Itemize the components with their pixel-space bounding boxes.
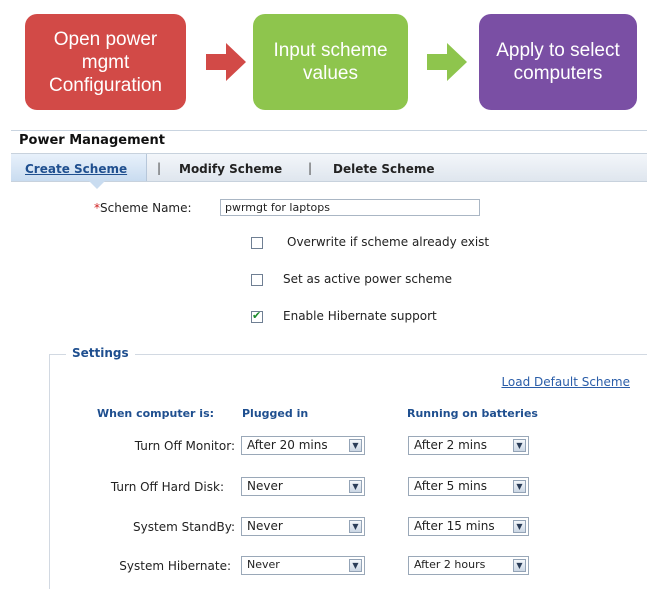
harddisk-batteries-select[interactable]: After 5 mins ▼ (408, 477, 529, 496)
chevron-down-icon: ▼ (349, 520, 362, 533)
monitor-batteries-select[interactable]: After 2 mins ▼ (408, 436, 529, 455)
arrow-right-icon (206, 43, 246, 81)
harddisk-plugged-select[interactable]: Never ▼ (241, 477, 365, 496)
hibernate-plugged-select[interactable]: Never ▼ (241, 556, 365, 575)
arrow-right-icon (427, 43, 467, 81)
hibernate-batteries-select[interactable]: After 2 hours ▼ (408, 556, 529, 575)
monitor-plugged-select[interactable]: After 20 mins ▼ (241, 436, 365, 455)
step-apply-computers: Apply to select computers (479, 14, 637, 110)
power-management-panel: Power Management Create Scheme | Modify … (11, 130, 647, 589)
active-scheme-label: Set as active power scheme (283, 272, 453, 286)
column-running-on-batteries: Running on batteries (407, 407, 538, 420)
row-label-turn-off-monitor: Turn Off Monitor: (134, 439, 235, 453)
overwrite-label: Overwrite if scheme already exist (287, 235, 490, 249)
chevron-down-icon: ▼ (349, 480, 362, 493)
settings-group (49, 354, 647, 589)
checkmark-icon: ✔ (252, 309, 262, 322)
tab-separator: | (308, 161, 313, 175)
scheme-name-input[interactable] (220, 199, 480, 216)
standby-plugged-select[interactable]: Never ▼ (241, 517, 365, 536)
chevron-down-icon: ▼ (513, 439, 526, 452)
overwrite-checkbox[interactable] (251, 237, 263, 249)
row-label-turn-off-hard-disk: Turn Off Hard Disk: (110, 480, 224, 494)
row-label-system-standby: System StandBy: (133, 520, 235, 534)
hibernate-checkbox[interactable]: ✔ (251, 309, 263, 323)
tab-create-scheme[interactable]: Create Scheme (25, 162, 127, 176)
panel-title: Power Management (19, 133, 165, 148)
tab-modify-scheme[interactable]: Modify Scheme (179, 162, 282, 176)
chevron-down-icon: ▼ (513, 520, 526, 533)
tab-bar: Create Scheme | Modify Scheme | Delete S… (11, 153, 647, 189)
load-default-scheme-link[interactable]: Load Default Scheme (501, 375, 630, 389)
active-scheme-checkbox[interactable] (251, 274, 263, 286)
tab-separator: | (157, 161, 162, 175)
column-plugged-in: Plugged in (242, 407, 309, 420)
chevron-down-icon: ▼ (513, 480, 526, 493)
standby-batteries-select[interactable]: After 15 mins ▼ (408, 517, 529, 536)
chevron-down-icon: ▼ (513, 559, 526, 572)
settings-title: Settings (66, 346, 135, 360)
workflow-diagram: Open power mgmt Configuration Input sche… (0, 0, 647, 122)
row-label-system-hibernate: System Hibernate: (119, 559, 231, 573)
chevron-down-icon: ▼ (349, 559, 362, 572)
scheme-name-label: *Scheme Name: (94, 201, 192, 215)
hibernate-label: Enable Hibernate support (283, 309, 437, 323)
column-when-computer-is: When computer is: (97, 407, 215, 420)
chevron-down-icon: ▼ (349, 439, 362, 452)
tab-delete-scheme[interactable]: Delete Scheme (333, 162, 434, 176)
step-input-values: Input scheme values (253, 14, 408, 110)
step-open-config: Open power mgmt Configuration (25, 14, 186, 110)
